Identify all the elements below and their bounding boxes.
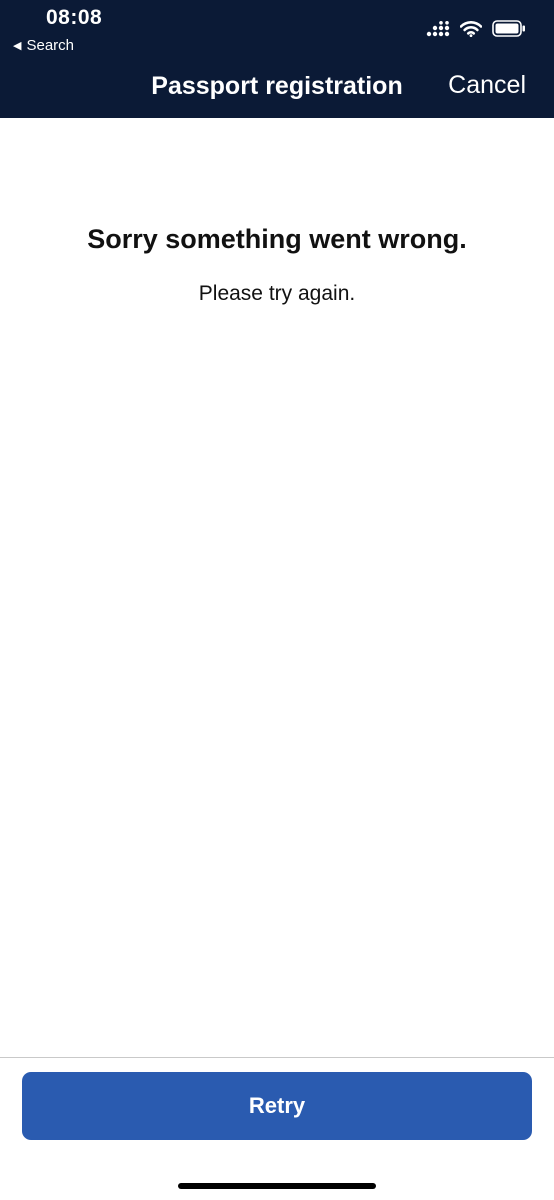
back-app-label: Search — [26, 37, 74, 54]
back-to-app-link[interactable]: ◀ Search — [13, 37, 74, 54]
top-bar: 08:08 ◀ Search Passport registration Can… — [0, 0, 554, 118]
status-icons — [426, 20, 526, 37]
footer-divider — [0, 1057, 554, 1058]
cancel-button[interactable]: Cancel — [448, 71, 526, 100]
status-time: 08:08 — [46, 6, 103, 29]
error-message: Please try again. — [198, 282, 356, 305]
wifi-icon — [460, 20, 482, 37]
back-triangle-icon: ◀ — [13, 40, 22, 52]
error-heading: Sorry something went wrong. — [87, 224, 467, 254]
battery-icon — [492, 20, 525, 37]
retry-button[interactable]: Retry — [22, 1072, 532, 1140]
cellular-signal-icon — [426, 20, 450, 36]
home-indicator[interactable] — [178, 1183, 376, 1189]
